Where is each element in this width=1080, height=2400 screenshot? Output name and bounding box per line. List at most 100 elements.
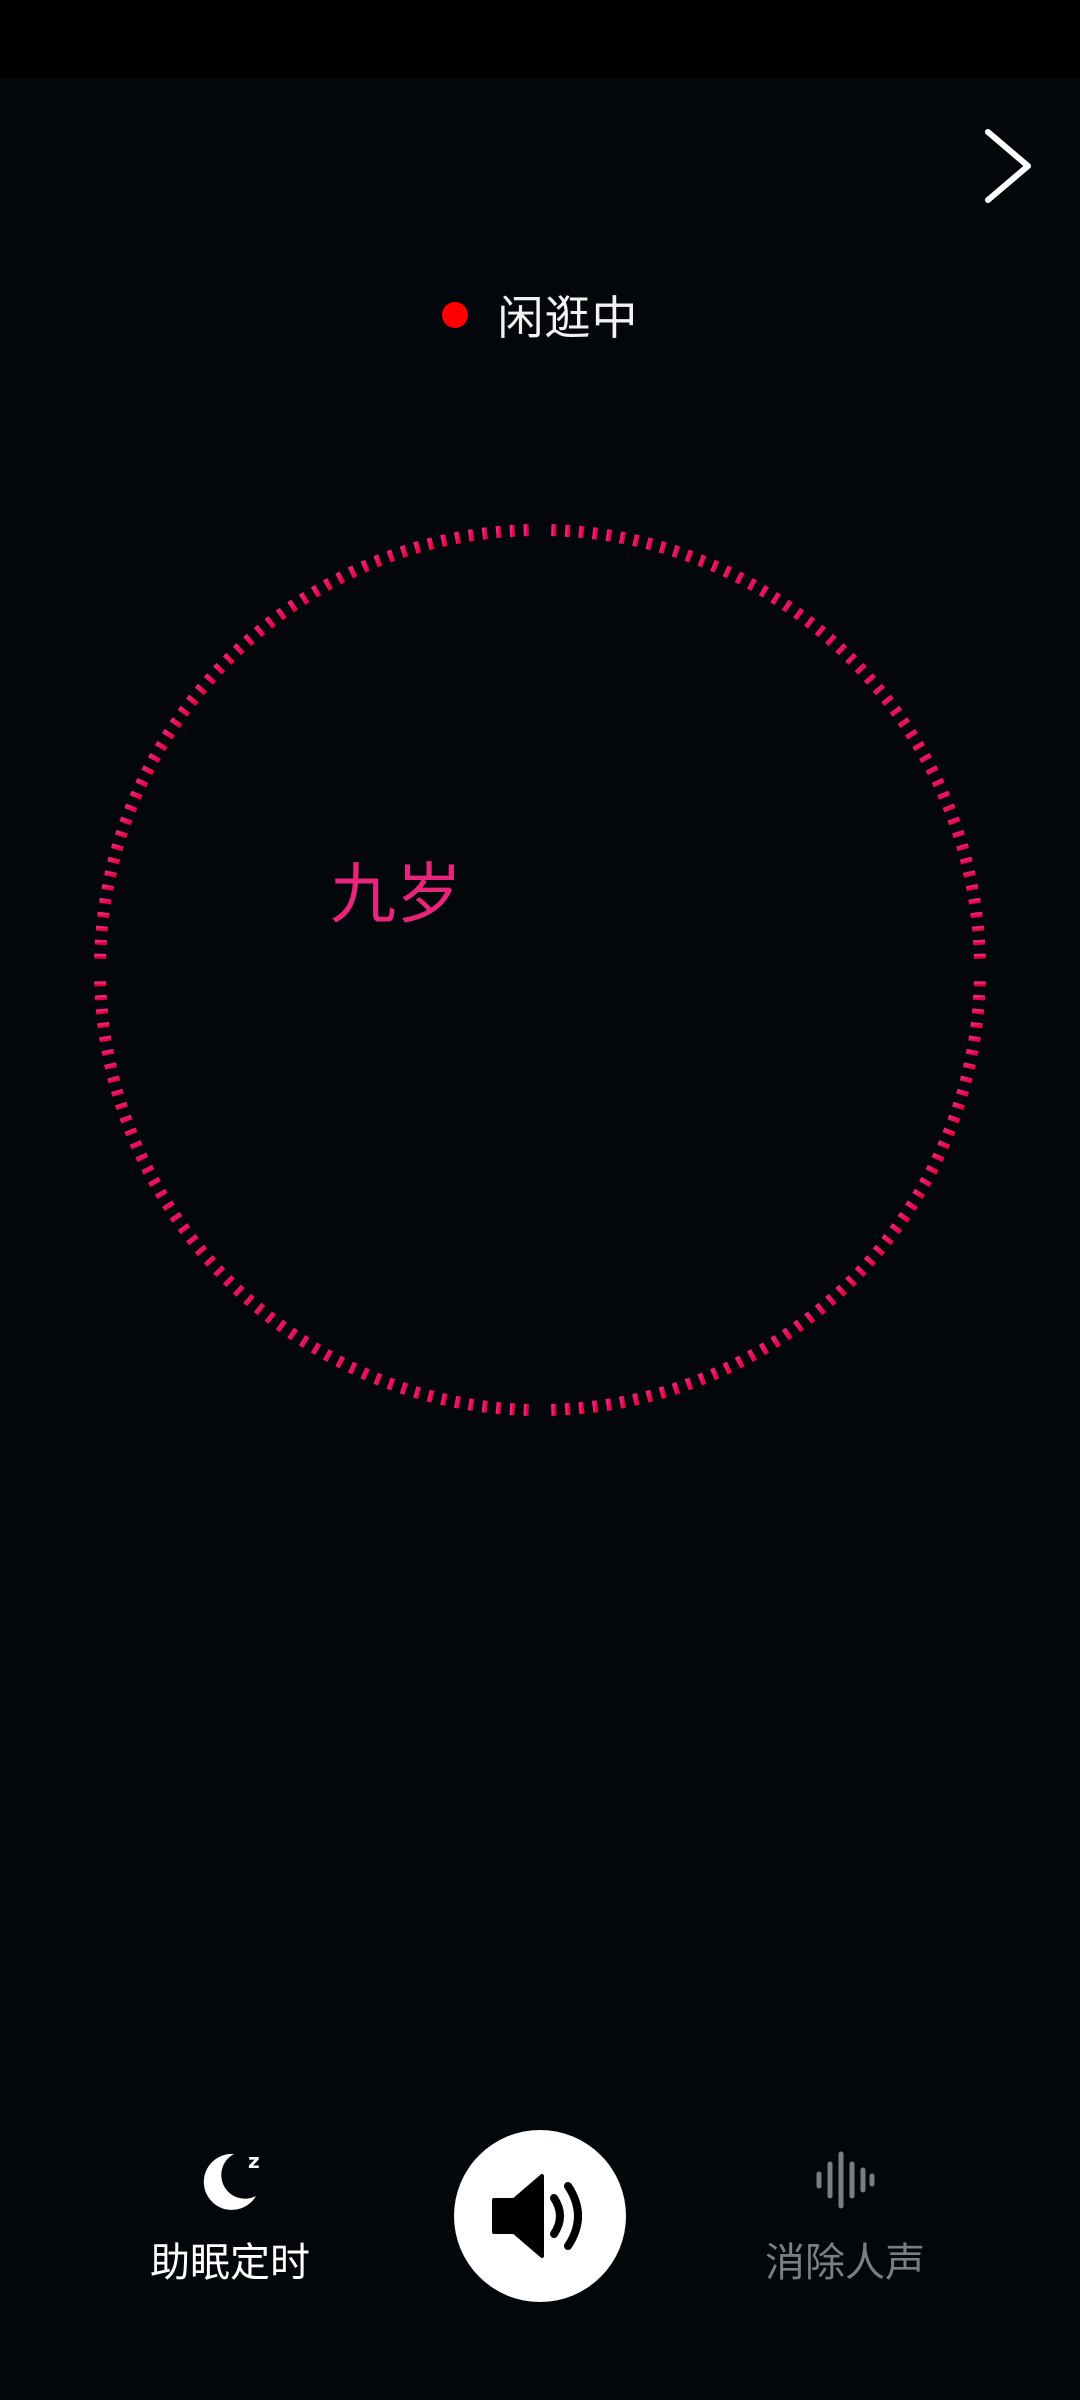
visualizer-tick: [310, 584, 322, 598]
visualizer-tick: [835, 1284, 848, 1297]
visualizer-tick: [253, 1302, 266, 1316]
visualizer-tick: [804, 616, 816, 629]
visualizer-tick: [658, 1386, 667, 1399]
visualizer-tick: [971, 925, 985, 932]
visualizer-tick: [905, 1200, 918, 1212]
visualizer-tick: [919, 752, 933, 764]
visualizer-tick: [854, 1265, 867, 1278]
visualizer-tick: [925, 765, 939, 776]
visualizer-tick: [129, 790, 143, 800]
visualizer-tick: [147, 1176, 161, 1188]
visualizer-tick: [107, 1075, 121, 1084]
visualizer-tick: [947, 816, 961, 826]
visualizer-tick: [213, 1265, 226, 1278]
visualizer-tick: [154, 1188, 168, 1200]
visualizer-tick: [481, 527, 489, 540]
visualizer-tick: [509, 1402, 516, 1416]
visualizer-tick: [722, 1361, 733, 1375]
visualizer-tick: [169, 1211, 183, 1223]
moon-sleep-icon: z: [203, 2149, 260, 2210]
visualizer-tick: [758, 584, 770, 598]
visualizer-tick: [232, 1284, 245, 1297]
visualizer-tick: [889, 705, 903, 717]
next-button[interactable]: [960, 118, 1056, 214]
sound-wave-icon: [816, 2151, 875, 2209]
visualizer-tick: [111, 1088, 124, 1097]
system-status-bar: [0, 0, 1080, 78]
visualizer-tick: [440, 534, 448, 548]
visualizer-tick: [825, 633, 837, 647]
visualizer-tick: [264, 616, 276, 629]
visualizer-tick: [97, 911, 110, 919]
visualizer-tick: [671, 1382, 681, 1395]
visualizer-tick: [453, 1395, 462, 1409]
visualizer-tick: [618, 1395, 627, 1409]
visualizer-tick: [119, 1114, 133, 1124]
visualizer-tick: [147, 752, 161, 764]
visualizer-tick: [162, 728, 175, 740]
volume-button[interactable]: [454, 2130, 626, 2302]
visualizer-tick: [962, 1062, 976, 1070]
visualizer-tick: [222, 1275, 235, 1288]
sleep-timer-button[interactable]: z 助眠定时: [100, 2140, 360, 2290]
visualizer-tick: [854, 662, 867, 675]
visualizer-tick: [591, 527, 599, 540]
visualizer-tick: [186, 694, 199, 706]
visualizer-tick: [298, 1335, 310, 1348]
visualizer-tick: [287, 599, 299, 613]
visualizer-tick: [141, 1164, 155, 1175]
visualizer-tick: [287, 1327, 299, 1341]
visualizer-tick: [925, 1164, 939, 1175]
visualizer-tick: [107, 856, 121, 865]
visualizer-tick: [135, 1152, 149, 1163]
visualizer-tick: [509, 524, 516, 538]
visualizer-tick: [104, 1062, 118, 1070]
visualizer-tick: [746, 577, 758, 591]
visualizer-tick: [942, 1127, 956, 1137]
visualizer-tick: [881, 694, 894, 706]
audio-visualizer-ring: [94, 524, 986, 1416]
visualizer-tick: [386, 549, 396, 563]
visualizer-tick: [942, 803, 956, 813]
visualizer-tick: [804, 1311, 816, 1324]
visualizer-tick: [971, 1008, 985, 1015]
visualizer-tick: [781, 1327, 793, 1341]
visualizer-tick: [104, 870, 118, 878]
visualizer-tick: [124, 803, 138, 813]
visualizer-tick: [863, 1255, 877, 1267]
visualizer-tick: [931, 1152, 945, 1163]
visualizer-tick: [968, 897, 981, 905]
visualizer-tick: [222, 652, 235, 665]
visualizer-tick: [746, 1349, 758, 1363]
visualizer-tick: [734, 571, 745, 585]
visualizer-tick: [697, 1372, 707, 1386]
visualizer-tick: [94, 994, 108, 1001]
visualizer-tick: [872, 683, 886, 696]
sleep-timer-label: 助眠定时: [150, 2240, 310, 2286]
visualizer-tick: [322, 577, 334, 591]
visualizer-tick: [360, 559, 370, 573]
visualizer-tick: [399, 1382, 409, 1395]
visualizer-tick: [605, 529, 613, 542]
visualizer-tick: [169, 717, 183, 729]
visualizer-tick: [264, 1311, 276, 1324]
visualizer-tick: [213, 662, 226, 675]
status-text: 闲逛中: [497, 291, 639, 345]
visualizer-tick: [959, 856, 973, 865]
visualizer-tick: [671, 545, 681, 558]
visualizer-tick: [968, 1035, 981, 1043]
status-dot: [441, 302, 468, 328]
visualizer-tick: [684, 1377, 694, 1391]
visualizer-tick: [758, 1342, 770, 1356]
visualizer-tick: [275, 1319, 287, 1333]
visualizer-tick: [684, 549, 694, 563]
visualizer-tick: [972, 939, 986, 946]
chevron-right-icon: [985, 129, 1031, 203]
visualizer-tick: [845, 652, 858, 665]
visualizer-tick: [658, 541, 667, 554]
visualizer-tick: [335, 1355, 346, 1369]
visualizer-tick: [710, 559, 720, 573]
remove-vocals-button[interactable]: 消除人声: [715, 2140, 975, 2290]
visualizer-tick: [99, 897, 112, 905]
visualizer-tick: [632, 534, 640, 548]
